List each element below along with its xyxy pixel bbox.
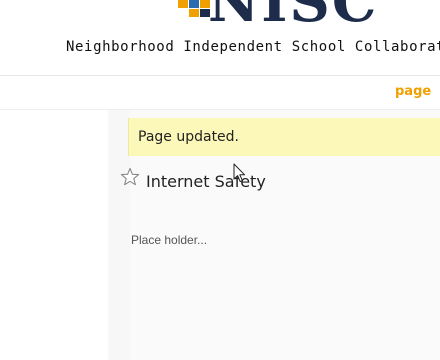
star-outline-icon[interactable] (120, 167, 140, 187)
page-title: Internet Safety (146, 172, 266, 191)
site-header: NISC Neighborhood Independent School Col… (0, 0, 440, 76)
organization-name: Neighborhood Independent School Collabor… (66, 39, 440, 55)
notice-message: Page updated. (138, 129, 240, 145)
status-notice: Page updated. (128, 118, 440, 156)
page-menu-link[interactable]: page (395, 84, 431, 99)
page-nav: page (0, 76, 440, 109)
logo-wordmark: NISC (208, 0, 379, 35)
page-body-text: Place holder... (131, 233, 208, 247)
mouse-pointer-icon (233, 163, 246, 183)
logo-squares-icon (178, 0, 212, 17)
